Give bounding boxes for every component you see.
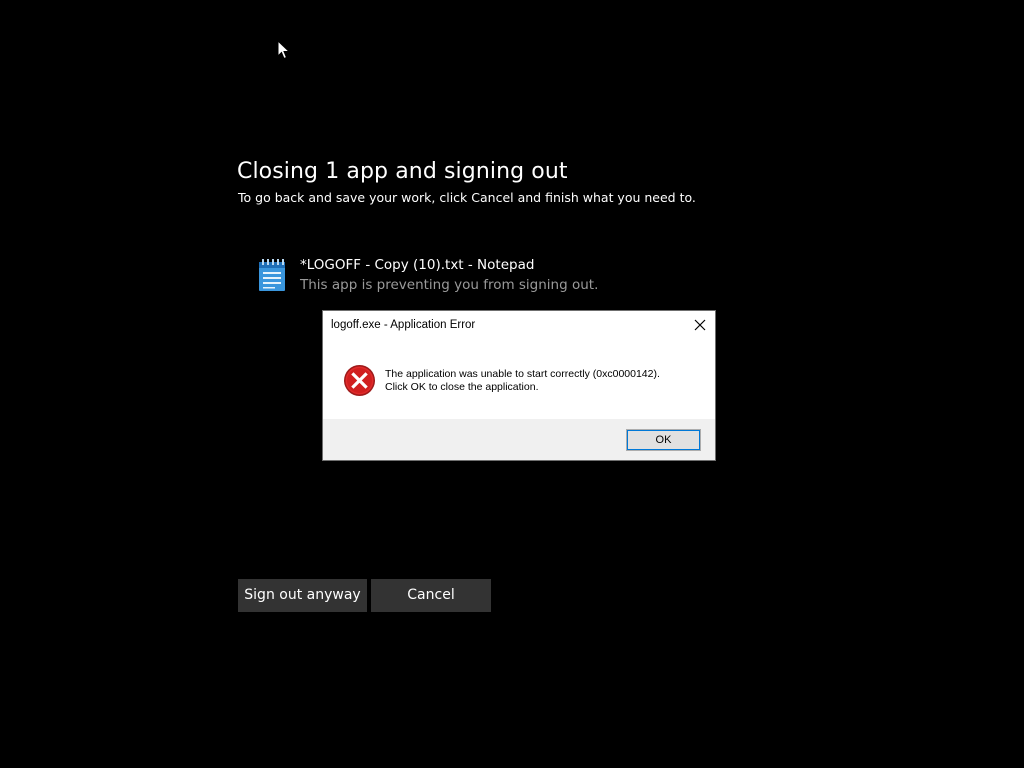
dialog-message-line2: Click OK to close the application. — [385, 381, 539, 393]
app-description: This app is preventing you from signing … — [300, 277, 599, 293]
page-title: Closing 1 app and signing out — [237, 159, 568, 184]
app-name: *LOGOFF - Copy (10).txt - Notepad — [300, 257, 535, 273]
signout-screen: Closing 1 app and signing out To go back… — [0, 0, 1024, 768]
dialog-body: The application was unable to start corr… — [323, 345, 715, 419]
application-error-dialog: logoff.exe - Application Error The appli… — [322, 310, 716, 461]
error-icon — [344, 365, 375, 396]
mouse-cursor-icon — [277, 40, 291, 60]
close-icon[interactable] — [691, 316, 709, 334]
ok-button[interactable]: OK — [626, 429, 701, 451]
notepad-icon — [259, 259, 285, 291]
page-subtitle: To go back and save your work, click Can… — [238, 190, 696, 205]
dialog-footer: OK — [323, 419, 715, 460]
cancel-button[interactable]: Cancel — [371, 579, 491, 612]
blocking-app-item: *LOGOFF - Copy (10).txt - Notepad This a… — [257, 256, 657, 300]
dialog-title: logoff.exe - Application Error — [331, 319, 476, 331]
dialog-message: The application was unable to start corr… — [385, 368, 660, 394]
sign-out-anyway-button[interactable]: Sign out anyway — [238, 579, 367, 612]
dialog-message-line1: The application was unable to start corr… — [385, 368, 660, 380]
